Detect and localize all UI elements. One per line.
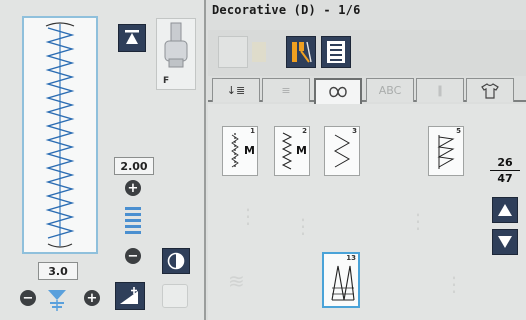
presser-foot-label: F (163, 76, 170, 86)
stitch-mode-icon (292, 41, 312, 63)
sewing-machine-screen: F 2.00 + − 3.0 − + Decorative (D) - 1/6 … (0, 0, 526, 320)
stitch-width-indicator-icon (125, 207, 141, 234)
page-counter: 26 47 (490, 156, 520, 185)
ghost-stitch-icon: ≋ (228, 269, 245, 293)
stitch-selection-panel: Decorative (D) - 1/6 ↓≣ ≡ ABC ∥ ⋮ ⋮ ⋮ ≋ … (208, 0, 526, 320)
decorative-stitch-icon (329, 86, 347, 98)
presser-foot-indicator (156, 18, 196, 90)
stitch-mode-button[interactable] (286, 36, 316, 68)
stitch-number: 3 (352, 127, 357, 135)
disabled-mode-indicator (252, 42, 266, 62)
tab-decorative-stitches[interactable] (314, 78, 362, 104)
stitch-option-3[interactable]: 3 (324, 126, 360, 176)
ghost-stitch-icon: ⋮ (408, 209, 428, 233)
stitch-width-minus-button[interactable]: − (125, 248, 141, 264)
minus-icon: − (127, 248, 139, 264)
stitch-length-value: 3.0 (38, 262, 78, 280)
page-current: 26 (490, 156, 520, 171)
stitch-category-tabs: ↓≣ ≡ ABC ∥ (208, 78, 526, 104)
stitch-option-1[interactable]: 1 M (222, 126, 258, 176)
straight-stitch-icon: ↓≣ (226, 84, 246, 97)
presser-foot-icon (164, 22, 188, 68)
page-total: 47 (497, 172, 513, 185)
disabled-button (162, 284, 188, 308)
needle-up-button[interactable] (118, 24, 146, 52)
stitch-memory-label: M (296, 144, 307, 157)
stitch-width-value: 2.00 (114, 157, 154, 175)
tab-alphabets[interactable]: ABC (366, 78, 414, 102)
stitch-number: 2 (302, 127, 307, 135)
stitch-option-5[interactable]: 5 (428, 126, 464, 176)
stitch-length-minus-button[interactable]: − (20, 290, 36, 306)
buttonhole-icon: ≡ (281, 84, 291, 97)
stitch-length-plus-button[interactable]: + (84, 290, 100, 306)
stitch-number: 13 (346, 254, 356, 262)
stitch-option-2[interactable]: 2 M (274, 126, 310, 176)
menu-list-icon (327, 41, 345, 63)
tab-buttonholes[interactable]: ≡ (262, 78, 310, 102)
page-down-button[interactable] (492, 229, 518, 255)
menu-list-button[interactable] (321, 36, 351, 68)
stitch-length-indicator-icon (48, 290, 66, 311)
plus-icon: + (127, 180, 139, 196)
minus-icon: − (22, 290, 34, 306)
menu-title: Decorative (D) - 1/6 (212, 3, 361, 17)
shirt-icon (481, 82, 499, 99)
ghost-stitch-icon: ⋮ (238, 204, 258, 228)
ghost-stitch-icon: ⋮ (293, 214, 313, 238)
triangle-down-icon (498, 236, 512, 248)
quilt-stitch-icon: ∥ (437, 84, 443, 97)
ghost-stitch-icon: ⋮ (444, 272, 464, 296)
needle-up-icon (125, 30, 139, 44)
tab-quilt-stitches[interactable]: ∥ (416, 78, 464, 102)
alphabet-icon: ABC (378, 84, 402, 97)
triangle-up-icon (498, 204, 512, 216)
mirror-icon (167, 252, 185, 270)
stitch-grid: ⋮ ⋮ ⋮ ≋ ⋮ 1 M 2 M 3 5 13 26 47 (208, 104, 526, 320)
tab-garment-stitches[interactable] (466, 78, 514, 102)
mirror-button[interactable] (162, 248, 190, 274)
stitch-memory-label: M (244, 144, 255, 157)
stitch-width-plus-button[interactable]: + (125, 180, 141, 196)
plus-icon: + (86, 290, 98, 306)
stitch-number: 5 (456, 127, 461, 135)
mode-bar (208, 30, 526, 76)
tab-straight-stitches[interactable]: ↓≣ (212, 78, 260, 102)
page-up-button[interactable] (492, 197, 518, 223)
needle-position-icon (120, 287, 138, 304)
disabled-mode-button (218, 36, 248, 68)
stitch-settings-panel: F 2.00 + − 3.0 − + (0, 0, 206, 320)
stitch-option-13-selected[interactable]: 13 (322, 252, 360, 308)
needle-position-button[interactable] (115, 282, 145, 310)
stitch-number: 1 (250, 127, 255, 135)
stitch-preview (22, 16, 98, 254)
